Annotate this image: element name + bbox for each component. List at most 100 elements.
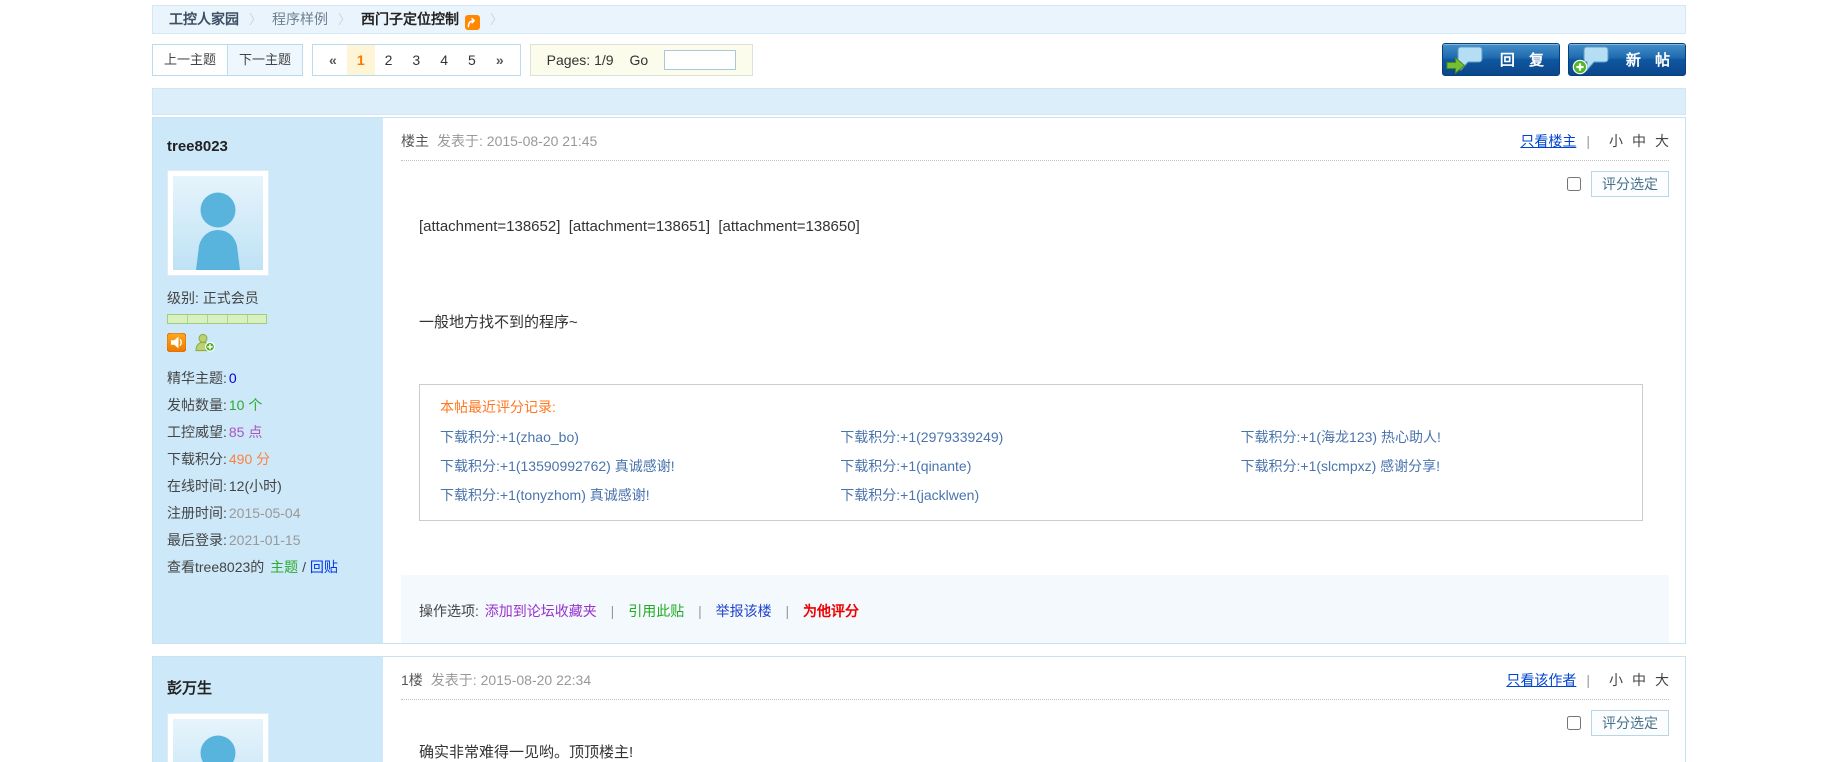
pager-next-button[interactable]: » xyxy=(486,45,514,75)
breadcrumb-item-section[interactable]: 程序样例 xyxy=(272,6,328,33)
topic-nav-group: 上一主题 下一主题 xyxy=(152,44,303,76)
stat-row: 下载积分:490 分 xyxy=(167,449,383,469)
rate-checkbox[interactable] xyxy=(1567,177,1581,191)
pipe-separator: | xyxy=(776,603,800,619)
add-to-favorites-link[interactable]: 添加到论坛收藏夹 xyxy=(485,603,597,619)
pager-page-2[interactable]: 2 xyxy=(375,45,403,75)
actions-label: 操作选项: xyxy=(419,603,479,619)
post-date: 发表于: 2015-08-20 21:45 xyxy=(437,131,597,151)
stat-row: 在线时间:12(小时) xyxy=(167,476,383,496)
new-post-button-label: 新 帖 xyxy=(1626,49,1675,70)
post-content-area: 楼主 发表于: 2015-08-20 21:45 只看楼主 | 小 中 大 评分… xyxy=(383,118,1685,643)
avatar[interactable] xyxy=(167,713,269,762)
report-post-link[interactable]: 举报该楼 xyxy=(716,603,772,619)
post-list-header-band xyxy=(152,88,1686,115)
pager-page-3[interactable]: 3 xyxy=(402,45,430,75)
post-content-area: 1楼 发表于: 2015-08-20 22:34 只看该作者 | 小 中 大 评… xyxy=(383,657,1685,762)
font-size-small[interactable]: 小 xyxy=(1609,670,1623,690)
add-friend-icon[interactable] xyxy=(194,333,215,357)
go-label: Go xyxy=(630,52,649,68)
breadcrumb: 工控人家园 〉 程序样例 〉 西门子定位控制 〉 xyxy=(152,5,1686,34)
post-text: 一般地方找不到的程序~ xyxy=(419,311,1669,332)
breadcrumb-item-home[interactable]: 工控人家园 xyxy=(169,6,239,33)
rating-entry: 下载积分:+1(slcmpxz) 感谢分享! xyxy=(1241,458,1641,475)
view-topics-link[interactable]: 主题 xyxy=(270,559,298,575)
stat-value: 12(小时) xyxy=(229,478,282,494)
page-jump-box: Pages: 1/9 Go xyxy=(530,44,754,76)
font-size-medium[interactable]: 中 xyxy=(1632,131,1646,151)
rating-column: 下载积分:+1(zhao_bo) 下载积分:+1(13590992762) 真诚… xyxy=(440,417,840,504)
pager-page-5[interactable]: 5 xyxy=(458,45,486,75)
stat-value: 0 xyxy=(229,370,237,386)
stat-label: 下载积分: xyxy=(167,451,227,467)
post-text: 确实非常难得一见哟。顶顶楼主! xyxy=(419,741,1669,762)
speaker-icon[interactable] xyxy=(167,333,186,357)
pipe-separator: | xyxy=(1576,672,1600,688)
rating-records-box: 本帖最近评分记录: 下载积分:+1(zhao_bo) 下载积分:+1(13590… xyxy=(419,384,1643,521)
rate-select-row: 评分选定 xyxy=(401,172,1669,196)
share-icon[interactable] xyxy=(465,12,480,27)
post-date: 发表于: 2015-08-20 22:34 xyxy=(431,670,591,690)
author-stats: 精华主题:0 发帖数量:10 个 工控威望:85 点 下载积分:490 分 在线… xyxy=(167,368,383,577)
slash-separator: / xyxy=(302,559,306,575)
stat-label: 注册时间: xyxy=(167,505,227,521)
author-level: 级别: 正式会员 xyxy=(167,288,383,308)
stat-row: 注册时间:2015-05-04 xyxy=(167,503,383,523)
rating-entry: 下载积分:+1(qinante) xyxy=(840,458,1240,475)
pager-page-4[interactable]: 4 xyxy=(430,45,458,75)
author-name[interactable]: tree8023 xyxy=(167,138,383,155)
breadcrumb-item-topic: 西门子定位控制 xyxy=(361,6,459,33)
view-author-posts-line: 查看tree8023的 主题 / 回贴 xyxy=(167,557,383,577)
pipe-separator: | xyxy=(1576,133,1600,149)
view-replies-link[interactable]: 回贴 xyxy=(310,559,338,575)
rate-author-link[interactable]: 为他评分 xyxy=(803,603,859,619)
rating-entry: 下载积分:+1(zhao_bo) xyxy=(440,429,840,446)
post-2: 彭万生 1楼 发表于: 2015-08-20 22:34 只看该作者 | 小 中… xyxy=(152,656,1686,762)
go-page-input[interactable] xyxy=(664,50,736,70)
font-size-small[interactable]: 小 xyxy=(1609,131,1623,151)
rating-entry: 下载积分:+1(jacklwen) xyxy=(840,487,1240,504)
post-header-controls: 只看楼主 | 小 中 大 xyxy=(1520,131,1669,151)
floor-label: 楼主 xyxy=(401,131,429,151)
rating-entry: 下载积分:+1(2979339249) xyxy=(840,429,1240,446)
reply-button-label: 回 复 xyxy=(1500,49,1549,70)
breadcrumb-separator-icon: 〉 xyxy=(249,6,262,33)
font-size-large[interactable]: 大 xyxy=(1655,131,1669,151)
rating-entry xyxy=(1241,487,1641,503)
quote-post-link[interactable]: 引用此贴 xyxy=(628,603,684,619)
pager-page-1[interactable]: 1 xyxy=(347,45,375,75)
rating-entry: 下载积分:+1(13590992762) 真诚感谢! xyxy=(440,458,840,475)
reply-button[interactable]: 回 复 xyxy=(1442,43,1560,76)
font-size-large[interactable]: 大 xyxy=(1655,670,1669,690)
next-topic-button[interactable]: 下一主题 xyxy=(227,45,302,75)
view-prefix: 查看tree8023的 xyxy=(167,559,264,575)
pages-indicator: Pages: 1/9 xyxy=(547,52,614,68)
rate-select-row: 评分选定 xyxy=(401,711,1669,735)
pagination: « 1 2 3 4 5 » xyxy=(312,44,521,76)
view-only-author-link[interactable]: 只看该作者 xyxy=(1506,670,1576,690)
font-size-medium[interactable]: 中 xyxy=(1632,670,1646,690)
stat-value: 10 个 xyxy=(229,397,262,413)
attachment-placeholders: [attachment=138652] [attachment=138651] … xyxy=(419,218,1669,235)
rate-select-button[interactable]: 评分选定 xyxy=(1591,710,1669,736)
rating-entry: 下载积分:+1(tonyzhom) 真诚感谢! xyxy=(440,487,840,504)
post-1: tree8023 级别: 正式会员 精华主题:0 发帖 xyxy=(152,117,1686,644)
author-icons xyxy=(167,333,383,357)
pipe-separator: | xyxy=(601,603,625,619)
view-only-author-link[interactable]: 只看楼主 xyxy=(1520,131,1576,151)
rating-entry: 下载积分:+1(海龙123) 热心助人! xyxy=(1241,429,1641,446)
breadcrumb-separator-icon: 〉 xyxy=(338,6,351,33)
author-panel: 彭万生 xyxy=(153,657,383,762)
new-post-button[interactable]: 新 帖 xyxy=(1568,43,1686,76)
pager-prev-button[interactable]: « xyxy=(319,45,347,75)
author-name[interactable]: 彭万生 xyxy=(167,677,383,698)
reply-icon xyxy=(1446,46,1484,79)
rating-column: 下载积分:+1(海龙123) 热心助人! 下载积分:+1(slcmpxz) 感谢… xyxy=(1241,417,1641,504)
post-header-controls: 只看该作者 | 小 中 大 xyxy=(1506,670,1669,690)
rate-select-button[interactable]: 评分选定 xyxy=(1591,171,1669,197)
author-panel: tree8023 级别: 正式会员 精华主题:0 发帖 xyxy=(153,118,383,643)
avatar[interactable] xyxy=(167,170,269,276)
rate-checkbox[interactable] xyxy=(1567,716,1581,730)
prev-topic-button[interactable]: 上一主题 xyxy=(153,45,227,75)
floor-label: 1楼 xyxy=(401,670,423,690)
